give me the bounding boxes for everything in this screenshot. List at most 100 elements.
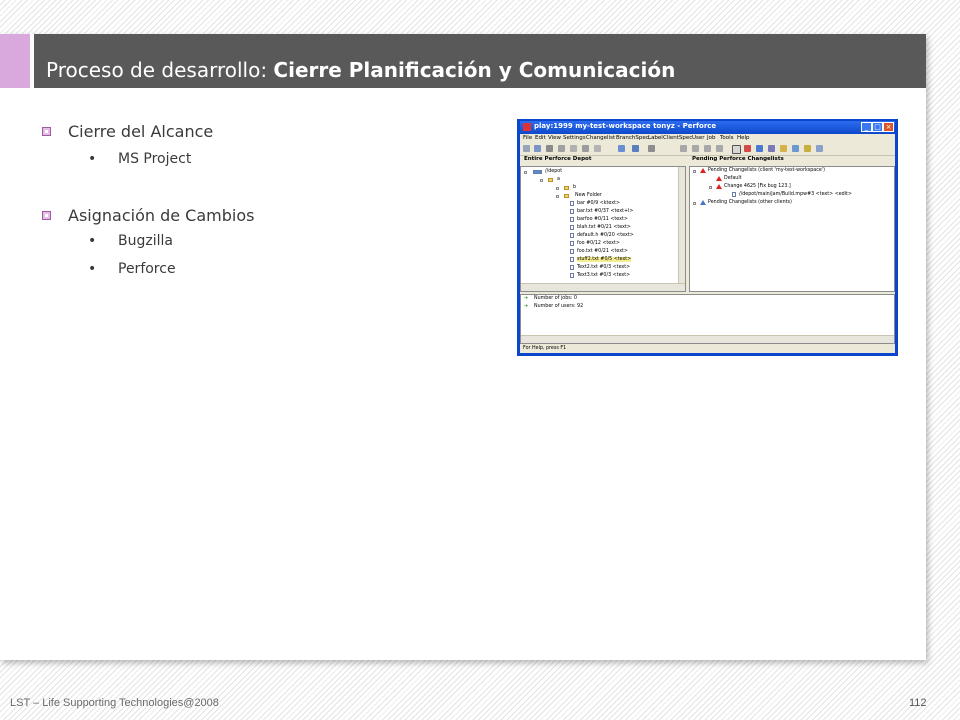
submit-icon[interactable]: [594, 145, 601, 152]
expand-icon[interactable]: [556, 187, 559, 190]
labels-view-icon[interactable]: [744, 145, 751, 152]
status-text: For Help, press F1: [523, 346, 567, 351]
menu-edit[interactable]: Edit: [535, 135, 546, 141]
add-icon[interactable]: [558, 145, 565, 152]
footer-credit: LST – Life Supporting Technologies@2008: [10, 697, 219, 709]
file-icon: [570, 249, 574, 254]
collapse-icon[interactable]: [709, 186, 712, 189]
changelist-item[interactable]: //depot/main/jam/Build.mpw#3 <text> <edi…: [739, 192, 852, 197]
perforce-screenshot: play:1999 my-test-workspace tonyz - Perf…: [517, 119, 898, 356]
toolbar: [520, 143, 895, 156]
diff-icon[interactable]: [648, 145, 655, 152]
maximize-icon[interactable]: □: [872, 122, 883, 132]
expand-icon[interactable]: [556, 195, 559, 198]
square-bullet-icon: [42, 211, 51, 220]
menu-bar: File Edit View Settings Changelist Branc…: [520, 134, 895, 143]
tree-item[interactable]: default.h #0/20 <text>: [577, 233, 634, 238]
sync-icon[interactable]: [534, 145, 541, 152]
file-icon: [732, 192, 736, 197]
menu-tools[interactable]: Tools: [720, 135, 734, 141]
properties-icon[interactable]: [692, 145, 699, 152]
refresh-icon[interactable]: [523, 145, 530, 152]
file-icon: [570, 273, 574, 278]
menu-changelist[interactable]: Changelist: [586, 135, 615, 141]
jobs-view-icon[interactable]: [792, 145, 799, 152]
log-arrow-icon: ➔: [524, 304, 529, 309]
tree-item[interactable]: //depot: [545, 169, 562, 174]
help-view-icon[interactable]: [816, 145, 823, 152]
changelists-pane[interactable]: Pending Changelists (client 'my-test-wor…: [689, 166, 895, 292]
file-icon: [570, 241, 574, 246]
square-bullet-icon: [42, 127, 51, 136]
find-icon[interactable]: [632, 145, 639, 152]
tree-item[interactable]: barfoo #0/11 <text>: [577, 217, 628, 222]
integrate-icon[interactable]: [704, 145, 711, 152]
tree-item[interactable]: bar #0/9 <ktext>: [577, 201, 620, 206]
tree-item[interactable]: foo #0/12 <text>: [577, 241, 620, 246]
file-icon: [570, 257, 574, 262]
menu-user[interactable]: User: [692, 135, 705, 141]
branches-view-icon[interactable]: [756, 145, 763, 152]
tree-item[interactable]: bar.txt #0/37 <text+l>: [577, 209, 633, 214]
log-horizontal-scrollbar[interactable]: [521, 335, 894, 343]
changelists-view-icon[interactable]: [732, 145, 741, 154]
page-number: 112: [909, 697, 927, 709]
collapse-icon[interactable]: [693, 170, 696, 173]
depot-icon: [533, 170, 542, 174]
log-line: Number of users: 92: [534, 304, 584, 309]
default-changelist-icon: [716, 176, 722, 181]
log-view-icon[interactable]: [804, 145, 811, 152]
close-icon[interactable]: ×: [883, 122, 894, 132]
file-icon: [570, 265, 574, 270]
file-icon: [570, 233, 574, 238]
edit-icon[interactable]: [546, 145, 553, 152]
revert-icon[interactable]: [582, 145, 589, 152]
menu-job[interactable]: Job: [707, 135, 715, 141]
slide-title: Proceso de desarrollo: Cierre Planificac…: [46, 58, 675, 82]
menu-clientspec[interactable]: ClientSpec: [663, 135, 692, 141]
users-view-icon[interactable]: [780, 145, 787, 152]
tree-item[interactable]: Text2.txt #0/3 <text>: [577, 265, 630, 270]
menu-help[interactable]: Help: [737, 135, 750, 141]
menu-file[interactable]: File: [523, 135, 532, 141]
file-icon: [570, 209, 574, 214]
horizontal-scrollbar[interactable]: [521, 283, 685, 291]
collapse-icon[interactable]: [524, 171, 527, 174]
changelist-item[interactable]: Default: [724, 176, 742, 181]
menu-label[interactable]: Label: [648, 135, 663, 141]
history-icon[interactable]: [680, 145, 687, 152]
menu-view[interactable]: View: [548, 135, 561, 141]
title-emphasis: Cierre Planificación y Comunicación: [273, 58, 676, 82]
menu-branchspec[interactable]: BranchSpec: [616, 135, 649, 141]
collapse-icon[interactable]: [540, 179, 543, 182]
changelist-item[interactable]: Pending Changelists (client 'my-test-wor…: [708, 168, 825, 173]
perforce-app-icon: [523, 123, 531, 131]
expand-icon[interactable]: [693, 202, 696, 205]
window-title: play:1999 my-test-workspace tonyz - Perf…: [534, 122, 717, 130]
changelist-item[interactable]: Pending Changelists (other clients): [708, 200, 792, 205]
status-bar: For Help, press F1: [520, 345, 895, 353]
resolve-icon[interactable]: [716, 145, 723, 152]
tree-item[interactable]: a: [557, 177, 560, 182]
filter-icon[interactable]: [618, 145, 625, 152]
tree-item[interactable]: b: [573, 185, 576, 190]
right-pane-header: Pending Perforce Changelists: [692, 156, 892, 165]
delete-icon[interactable]: [570, 145, 577, 152]
subbullet-label: MS Project: [118, 151, 192, 167]
changelist-item[interactable]: Change 4625 [Fix bug 123.]: [724, 184, 791, 189]
tree-item[interactable]: New Folder: [575, 193, 602, 198]
output-log-pane[interactable]: ➔ Number of jobs: 0 ➔ Number of users: 9…: [520, 294, 895, 344]
menu-settings[interactable]: Settings: [563, 135, 586, 141]
minimize-icon[interactable]: _: [861, 122, 872, 132]
right-pane-title: Pending Perforce Changelists: [692, 156, 784, 162]
tree-item[interactable]: Text3.txt #0/3 <text>: [577, 273, 630, 278]
other-clients-icon: [700, 200, 706, 205]
depot-tree-pane[interactable]: //depot a b New Folder bar #0/9 <ktext> …: [520, 166, 686, 292]
tree-item-selected[interactable]: stuff2.txt #0/5 <text>: [577, 257, 632, 262]
vertical-scrollbar[interactable]: [678, 167, 685, 283]
clients-view-icon[interactable]: [768, 145, 775, 152]
tree-item[interactable]: blah.txt #0/21 <text>: [577, 225, 631, 230]
tree-item[interactable]: foo.txt #0/21 <text>: [577, 249, 628, 254]
bullet-label: Asignación de Cambios: [68, 206, 255, 225]
subbullet-label: Bugzilla: [118, 233, 173, 249]
